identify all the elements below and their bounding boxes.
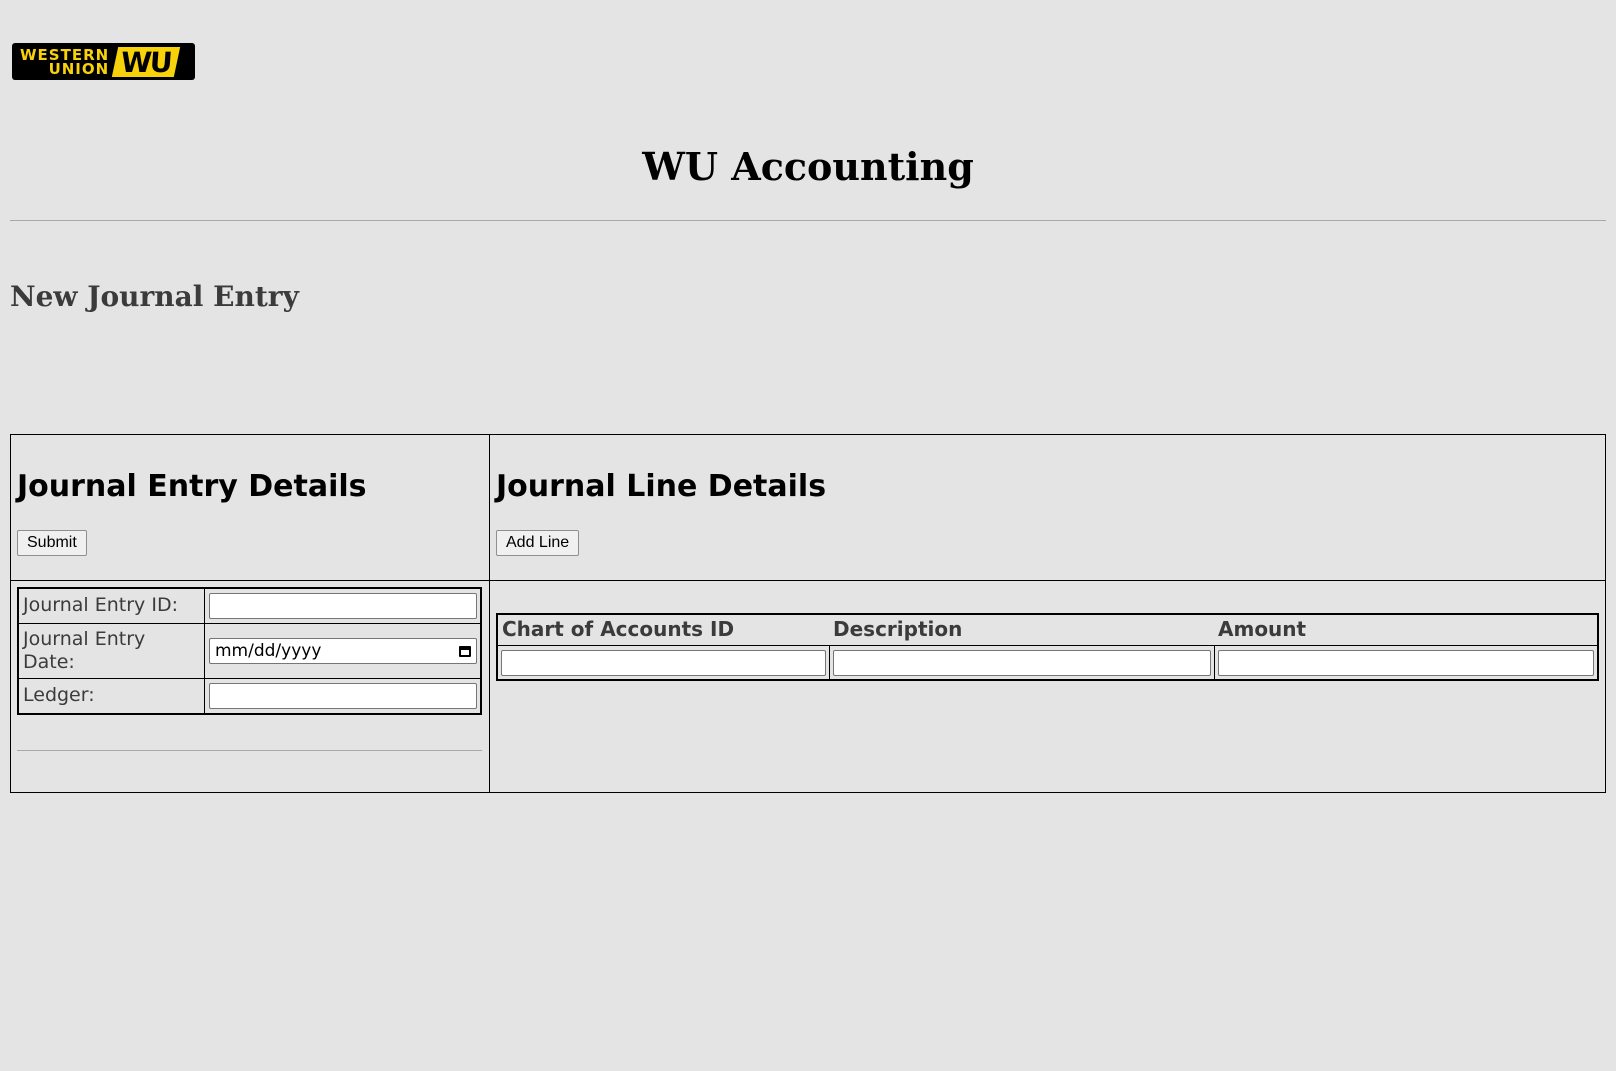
page-title: WU Accounting xyxy=(642,144,974,189)
entry-date-row: Journal Entry Date: mm/dd/yyyy xyxy=(19,624,480,679)
journal-entry-layout: Journal Entry Details Submit Journal Lin… xyxy=(10,434,1606,793)
amount-input[interactable] xyxy=(1218,649,1594,676)
entry-id-row: Journal Entry ID: xyxy=(19,589,480,624)
column-header-description: Description xyxy=(833,617,963,641)
logo-wordmark: WESTERN UNION xyxy=(20,47,110,78)
entry-details-header-cell: Journal Entry Details Submit xyxy=(11,435,490,581)
form-divider xyxy=(17,750,482,751)
ledger-field-cell xyxy=(205,679,480,713)
account-id-input[interactable] xyxy=(501,649,826,676)
entry-id-field-cell xyxy=(205,589,480,623)
title-divider xyxy=(10,220,1606,221)
ledger-row: Ledger: xyxy=(19,679,480,713)
entry-details-form-cell: Journal Entry ID: Journal Entry Date: mm… xyxy=(11,581,490,792)
column-header-amount: Amount xyxy=(1218,617,1307,641)
ledger-input[interactable] xyxy=(209,683,477,709)
line-details-table-cell: Chart of Accounts ID Description Amount xyxy=(490,581,1605,792)
western-union-logo: WESTERN UNION WU xyxy=(12,43,195,80)
column-header-account-id: Chart of Accounts ID xyxy=(502,617,735,641)
entry-details-heading: Journal Entry Details xyxy=(17,469,367,504)
submit-button[interactable]: Submit xyxy=(17,530,87,556)
entry-id-input[interactable] xyxy=(209,593,477,619)
ledger-label: Ledger: xyxy=(19,679,205,713)
add-line-button[interactable]: Add Line xyxy=(496,530,580,556)
calendar-icon[interactable] xyxy=(459,645,471,657)
line-details-heading: Journal Line Details xyxy=(496,469,827,504)
amount-cell xyxy=(1214,646,1597,679)
description-input[interactable] xyxy=(833,649,1211,676)
logo-word-union: UNION xyxy=(48,59,110,78)
journal-lines-table: Chart of Accounts ID Description Amount xyxy=(496,613,1599,681)
logo-mark-text: WU xyxy=(119,45,173,78)
entry-date-label: Journal Entry Date: xyxy=(19,624,205,678)
account-id-cell xyxy=(498,646,829,679)
section-title: New Journal Entry xyxy=(10,280,299,313)
date-placeholder: mm/dd/yyyy xyxy=(215,641,322,661)
description-cell xyxy=(829,646,1214,679)
logo-mark: WU xyxy=(111,45,181,78)
table-row xyxy=(498,646,1597,679)
entry-date-input[interactable]: mm/dd/yyyy xyxy=(209,638,477,664)
table-header-row: Chart of Accounts ID Description Amount xyxy=(498,615,1597,646)
entry-details-form: Journal Entry ID: Journal Entry Date: mm… xyxy=(17,587,482,715)
entry-date-field-cell: mm/dd/yyyy xyxy=(205,624,480,678)
line-details-header-cell: Journal Line Details Add Line xyxy=(490,435,1605,581)
entry-id-label: Journal Entry ID: xyxy=(19,589,205,623)
